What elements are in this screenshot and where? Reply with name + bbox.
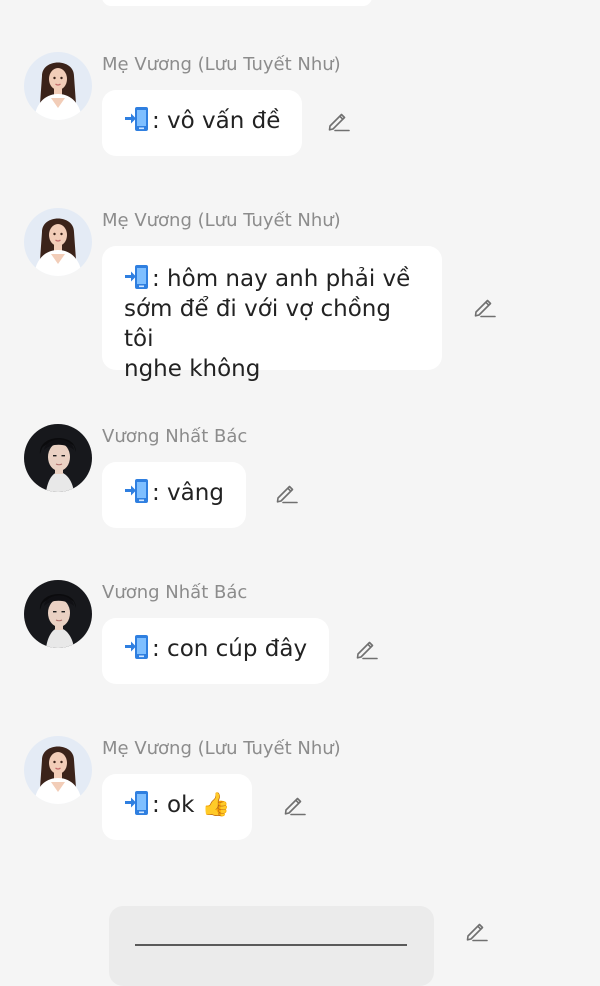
message-text: : vâng — [152, 480, 224, 506]
message-text: : con cúp đây — [152, 636, 308, 662]
message-bubble[interactable]: : hôm nay anh phải về sớm để đi với vợ c… — [102, 246, 442, 382]
message-text-line: nghe không — [124, 356, 261, 382]
female-avatar[interactable] — [24, 208, 92, 276]
pencil-icon[interactable] — [326, 108, 350, 132]
thumbs-up-emoji: 👍 — [201, 792, 231, 818]
sender-name: Vương Nhất Bác — [102, 426, 248, 447]
sender-name: Mẹ Vương (Lưu Tuyết Như) — [102, 54, 341, 75]
phone-arrow-icon — [124, 263, 152, 291]
female-avatar[interactable] — [24, 736, 92, 804]
message-bubble[interactable]: : con cúp đây — [102, 618, 330, 684]
message-text: : ok — [152, 792, 195, 818]
input-underline — [135, 944, 407, 946]
sender-name: Mẹ Vương (Lưu Tuyết Như) — [102, 738, 341, 759]
message-text-line: sớm để đi với vợ chồng tôi — [124, 296, 391, 352]
message-bubble[interactable]: : ok 👍 — [102, 774, 253, 840]
message-text: : hôm nay anh phải về — [152, 266, 411, 292]
message-input[interactable] — [109, 906, 434, 986]
pencil-icon[interactable] — [472, 294, 496, 318]
phone-arrow-icon — [124, 633, 152, 661]
female-avatar[interactable] — [24, 52, 92, 120]
pencil-icon[interactable] — [354, 636, 378, 660]
message-bubble[interactable]: : vâng — [102, 462, 246, 528]
male-avatar[interactable] — [24, 580, 92, 648]
phone-arrow-icon — [124, 477, 152, 505]
previous-message-bubble — [102, 0, 372, 6]
sender-name: Mẹ Vương (Lưu Tuyết Như) — [102, 210, 341, 231]
male-avatar[interactable] — [24, 424, 92, 492]
sender-name: Vương Nhất Bác — [102, 582, 248, 603]
pencil-icon[interactable] — [464, 918, 488, 942]
pencil-icon[interactable] — [282, 792, 306, 816]
pencil-icon[interactable] — [274, 480, 298, 504]
message-bubble[interactable]: : vô vấn đề — [102, 90, 303, 156]
message-text: : vô vấn đề — [152, 108, 281, 134]
phone-arrow-icon — [124, 789, 152, 817]
phone-arrow-icon — [124, 105, 152, 133]
